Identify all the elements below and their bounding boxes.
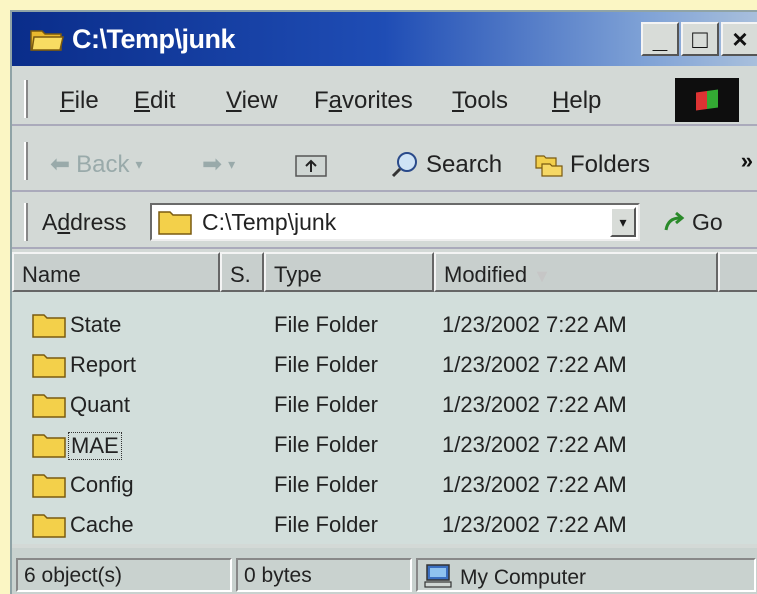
status-object-count: 6 object(s) <box>16 558 232 592</box>
file-list: Name S. Type Modified ▼ State File Folder… <box>12 252 757 544</box>
column-header-name[interactable]: Name <box>12 252 220 292</box>
folder-icon <box>32 474 66 498</box>
column-header-type[interactable]: Type <box>264 252 434 292</box>
menu-tools[interactable]: Tools <box>452 87 508 115</box>
status-zone: My Computer <box>416 558 756 592</box>
menu-edit[interactable]: Edit <box>134 87 175 115</box>
item-type: File Folder <box>274 512 378 537</box>
item-type: File Folder <box>274 312 378 337</box>
menu-view[interactable]: View <box>226 87 278 115</box>
column-header-filler <box>718 252 757 292</box>
up-folder-icon <box>295 155 327 177</box>
go-button[interactable]: Go <box>662 209 723 236</box>
column-header-size[interactable]: S. <box>220 252 264 292</box>
folders-icon <box>535 155 563 177</box>
item-modified: 1/23/2002 7:22 AM <box>442 312 627 337</box>
toolbar-grip[interactable] <box>24 203 28 241</box>
forward-button[interactable]: ➡ ▾ <box>202 150 235 179</box>
list-item[interactable]: Quant File Folder 1/23/2002 7:22 AM <box>12 384 757 424</box>
folder-icon <box>32 314 66 338</box>
item-type: File Folder <box>274 352 378 377</box>
back-button[interactable]: ⬅ Back ▾ <box>50 150 143 179</box>
forward-arrow-icon: ➡ <box>202 151 223 178</box>
window-controls: _ □ × <box>641 22 757 56</box>
item-name: MAE <box>68 432 122 460</box>
item-name: State <box>70 312 122 337</box>
window-title: C:\Temp\junk <box>72 24 236 54</box>
item-modified: 1/23/2002 7:22 AM <box>442 512 627 537</box>
windows-logo-icon <box>675 78 739 122</box>
go-arrow-icon <box>664 211 685 230</box>
list-item[interactable]: Config File Folder 1/23/2002 7:22 AM <box>12 464 757 504</box>
explorer-window: C:\Temp\junk _ □ × File Edit View Favori… <box>10 10 757 594</box>
item-type: File Folder <box>274 472 378 497</box>
back-arrow-icon: ⬅ <box>50 151 71 178</box>
menu-favorites[interactable]: Favorites <box>314 87 413 115</box>
chevron-down-icon: ▾ <box>228 156 236 172</box>
title-bar[interactable]: C:\Temp\junk _ □ × <box>12 12 757 66</box>
item-modified: 1/23/2002 7:22 AM <box>442 392 627 417</box>
folder-open-icon <box>30 30 64 51</box>
item-name: Config <box>70 472 134 497</box>
folder-icon <box>32 394 66 418</box>
item-type: File Folder <box>274 432 378 457</box>
close-button[interactable]: × <box>721 22 757 56</box>
address-value: C:\Temp\junk <box>202 209 337 235</box>
folders-button[interactable]: Folders <box>534 150 650 180</box>
toolbar-overflow-button[interactable]: » <box>741 148 753 174</box>
menu-bar: File Edit View Favorites Tools Help <box>12 74 757 126</box>
address-label: Address <box>42 209 127 235</box>
folder-icon <box>32 514 66 538</box>
sort-descending-icon: ▼ <box>533 266 551 286</box>
item-modified: 1/23/2002 7:22 AM <box>442 432 627 457</box>
status-bar: 6 object(s) 0 bytes My Computer <box>12 548 757 594</box>
list-item[interactable]: Report File Folder 1/23/2002 7:22 AM <box>12 344 757 384</box>
folder-icon <box>32 434 66 458</box>
up-folder-button[interactable] <box>294 150 330 180</box>
address-input[interactable]: C:\Temp\junk ▾ <box>150 203 640 241</box>
item-name: Report <box>70 352 137 377</box>
chevron-down-icon: ▾ <box>135 156 143 172</box>
standard-toolbar: ⬅ Back ▾ ➡ ▾ Search Folders » <box>12 132 757 192</box>
address-dropdown-button[interactable]: ▾ <box>610 207 636 237</box>
address-bar: Address C:\Temp\junk ▾ Go <box>12 197 757 249</box>
folder-icon <box>158 211 192 235</box>
status-size: 0 bytes <box>236 558 412 592</box>
list-header: Name S. Type Modified ▼ <box>12 252 757 292</box>
maximize-button[interactable]: □ <box>681 22 719 56</box>
item-name: Quant <box>70 392 130 417</box>
item-name: Cache <box>70 512 134 537</box>
list-item[interactable]: State File Folder 1/23/2002 7:22 AM <box>12 304 757 344</box>
search-button[interactable]: Search <box>390 150 502 180</box>
menu-file[interactable]: File <box>60 87 99 115</box>
minimize-button[interactable]: _ <box>641 22 679 56</box>
list-item[interactable]: Cache File Folder 1/23/2002 7:22 AM <box>12 504 757 544</box>
toolbar-grip[interactable] <box>24 80 28 118</box>
item-type: File Folder <box>274 392 378 417</box>
folder-icon <box>32 354 66 378</box>
item-modified: 1/23/2002 7:22 AM <box>442 472 627 497</box>
menu-help[interactable]: Help <box>552 87 601 115</box>
search-icon <box>391 152 417 178</box>
item-modified: 1/23/2002 7:22 AM <box>442 352 627 377</box>
my-computer-icon <box>424 564 452 588</box>
toolbar-grip[interactable] <box>24 142 28 180</box>
column-header-modified[interactable]: Modified ▼ <box>434 252 718 292</box>
list-item[interactable]: MAE File Folder 1/23/2002 7:22 AM <box>12 424 757 464</box>
